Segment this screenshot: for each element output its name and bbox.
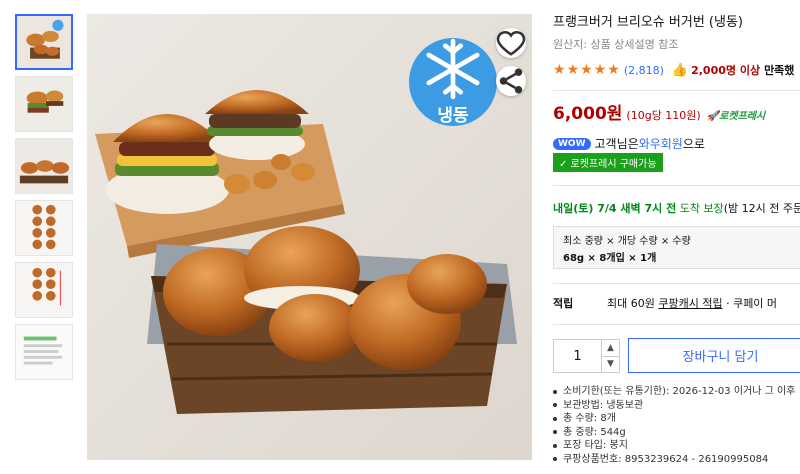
heart-icon (496, 30, 526, 56)
rocket-fresh-label: 로켓프레시 (719, 111, 766, 122)
quantity-decrease-button[interactable]: ▼ (602, 357, 619, 373)
thumbnail-2[interactable] (15, 76, 73, 132)
star-icon: ★ (593, 62, 607, 78)
spec-item: 총 수량: 8개 (553, 412, 795, 426)
snowflake-icon (426, 38, 480, 100)
star-icon: ★ (607, 62, 620, 78)
divider (553, 283, 800, 284)
quantity-input[interactable]: 1 (554, 340, 601, 372)
wow-member-link[interactable]: 와우회원 (639, 135, 683, 152)
thumbnail-5[interactable] (15, 262, 73, 318)
wow-text-suffix: 으로 (682, 137, 705, 151)
delivery-date: 내일(토) 7/4 새벽 7시 전 (553, 202, 677, 215)
sale-price: 6,000원 (553, 104, 623, 124)
buns-size-thumbnail-image (16, 263, 72, 317)
wow-badge: WOW (553, 137, 591, 150)
unit-price: (10g당 110원) (626, 109, 701, 122)
product-info: 프랭크버거 브리오슈 버거번 (냉동) 원산지: 상품 상세설명 참조 ★ ★ … (553, 14, 800, 78)
coupang-cash-link[interactable]: 쿠팡캐시 적립 (658, 297, 722, 310)
buns-thumbnail-image (16, 139, 72, 193)
product-title: 프랭크버거 브리오슈 버거번 (냉동) (553, 15, 743, 30)
spec-item: 보관방법: 냉동보관 (553, 399, 795, 413)
product-specs-list: 소비기한(또는 유통기한): 2026-12-03 이거나 그 이후 보관방법:… (553, 385, 795, 466)
points-label: 적립 (553, 297, 574, 310)
thumbnail-list (15, 14, 73, 386)
rating-row: ★ ★ ★ ★ ★ (2,818) 👍 2,000명 이상 만족했 (553, 62, 800, 78)
rating-stars[interactable]: ★ ★ ★ ★ ★ (553, 63, 620, 77)
spec-item: 쿠팡상품번호: 8953239624 - 26190995084 (553, 453, 795, 467)
review-count-link[interactable]: (2,818) (624, 64, 664, 77)
thumbnail-1[interactable] (15, 14, 73, 70)
label-thumbnail-image (16, 325, 72, 379)
divider (553, 90, 800, 91)
option-box[interactable]: 최소 중량 × 개당 수량 × 수량 68g × 8개입 × 1개 (553, 226, 800, 269)
divider (553, 185, 800, 186)
burger-thumbnail-image (17, 16, 71, 68)
thumbs-up-icon: 👍 (671, 62, 689, 78)
points-value: 최대 60원 쿠팡캐시 적립 · 쿠페이 머 (607, 295, 777, 311)
rocket-icon: 🚀 (706, 111, 720, 122)
points-row: 적립 최대 60원 쿠팡캐시 적립 · 쿠페이 머 (553, 295, 777, 311)
quantity-stepper: 1 ▲ ▼ (553, 339, 620, 373)
product-origin: 원산지: 상품 상세설명 참조 (553, 38, 679, 51)
buns-grid-thumbnail-image (16, 201, 72, 255)
spec-item: 포장 타입: 봉지 (553, 439, 795, 453)
thumbnail-3[interactable] (15, 138, 73, 194)
frozen-badge: 냉동 (409, 38, 497, 126)
delivery-info: 내일(토) 7/4 새벽 7시 전 도착 보장(밤 12시 전 주문 (553, 200, 800, 216)
thumbnail-4[interactable] (15, 200, 73, 256)
burger-thumbnail-image (16, 77, 72, 131)
thumbnail-6[interactable] (15, 324, 73, 380)
star-icon: ★ (566, 62, 580, 78)
option-value: 68g × 8개입 × 1개 (563, 253, 657, 264)
option-label: 최소 중량 × 개당 수량 × 수량 (563, 236, 691, 247)
divider (553, 324, 800, 325)
add-to-cart-button[interactable]: 장바구니 담기 (628, 338, 800, 373)
frozen-badge-label: 냉동 (437, 106, 469, 126)
main-product-image: 냉동 (87, 14, 532, 460)
rocket-fresh-available-badge: ✓ 로켓프레시 구매가능 (553, 153, 663, 172)
star-icon: ★ (553, 62, 566, 78)
spec-item: 총 중량: 544g (553, 426, 795, 440)
share-button[interactable] (496, 66, 526, 96)
star-icon: ★ (580, 62, 593, 78)
spec-item: 소비기한(또는 유통기한): 2026-12-03 이거나 그 이후 (553, 385, 795, 399)
quantity-increase-button[interactable]: ▲ (602, 340, 619, 357)
wow-text-prefix: 고객님은 (594, 137, 639, 151)
quantity-buttons: ▲ ▼ (601, 340, 619, 372)
rocket-fresh-badge: 🚀로켓프레시 (707, 107, 765, 122)
wishlist-button[interactable] (496, 28, 526, 58)
delivery-note: (밤 12시 전 주문 (723, 202, 800, 215)
points-prefix: 최대 60원 (607, 297, 659, 310)
points-suffix: · 쿠페이 머 (722, 297, 778, 310)
share-icon (499, 68, 523, 94)
price-row: 6,000원 (10g당 110원) 🚀로켓프레시 (553, 99, 765, 124)
buyers-count: 2,000명 이상 (691, 64, 761, 77)
buyers-suffix: 만족했 (764, 64, 795, 77)
delivery-guarantee: 도착 보장 (676, 202, 724, 215)
wow-member-row: WOW 고객님은 와우회원 으로 (553, 135, 705, 152)
